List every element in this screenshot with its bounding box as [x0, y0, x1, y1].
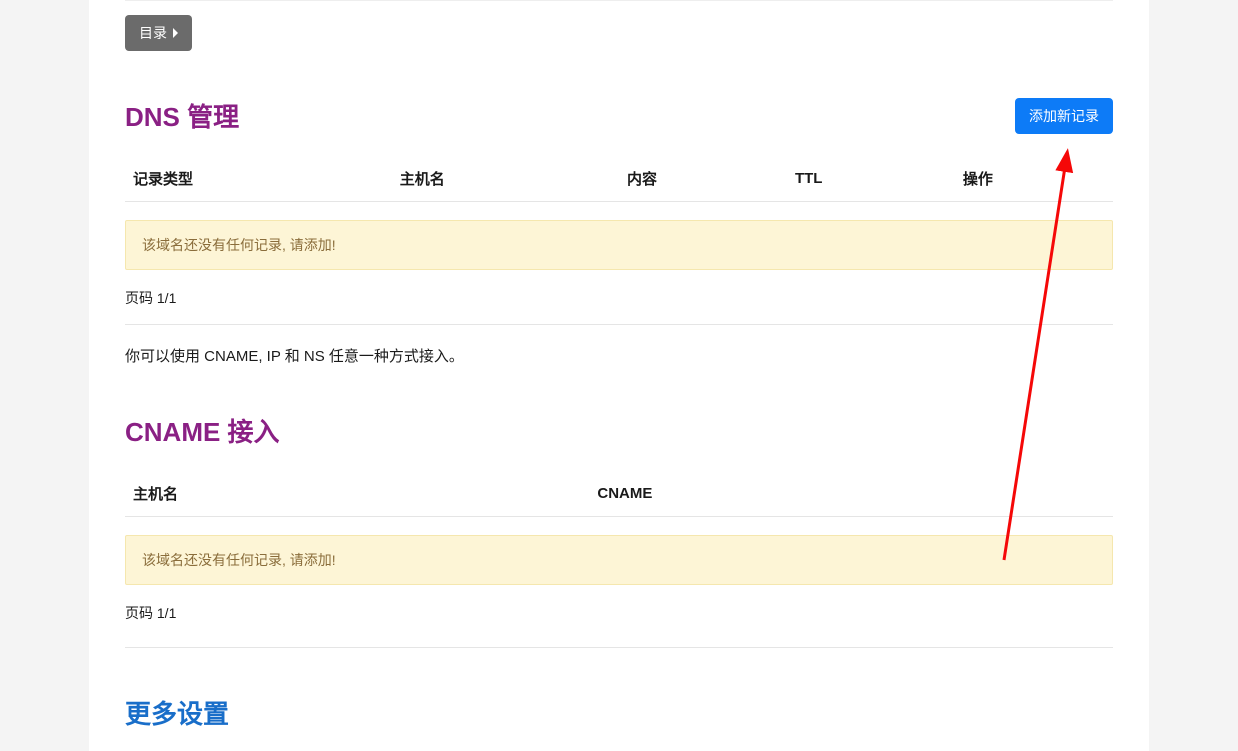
cname-pager: 页码 1/1: [125, 603, 1113, 623]
col-content: 内容: [619, 156, 787, 202]
col-record-type: 记录类型: [125, 156, 392, 202]
dns-table: 记录类型 主机名 内容 TTL 操作: [125, 156, 1113, 202]
col-cname-host: 主机名: [125, 471, 589, 517]
dns-note: 你可以使用 CNAME, IP 和 NS 任意一种方式接入。: [125, 345, 1113, 366]
dns-pager: 页码 1/1: [125, 288, 1113, 308]
dns-title: DNS 管理: [125, 97, 239, 134]
divider: [125, 0, 1113, 1]
caret-right-icon: [173, 28, 178, 38]
dns-empty-alert: 该域名还没有任何记录, 请添加!: [125, 220, 1113, 270]
toc-label: 目录: [139, 23, 167, 43]
toc-button[interactable]: 目录: [125, 15, 192, 51]
page: 目录 DNS 管理 添加新记录 记录类型 主机名 内容 TTL 操作 该域名还没…: [89, 0, 1149, 751]
col-host: 主机名: [392, 156, 619, 202]
cname-empty-alert: 该域名还没有任何记录, 请添加!: [125, 535, 1113, 585]
divider: [125, 324, 1113, 325]
col-cname-value: CNAME: [589, 471, 1113, 517]
col-ttl: TTL: [787, 156, 955, 202]
dns-section-header: DNS 管理 添加新记录: [125, 97, 1113, 134]
more-settings-title: 更多设置: [125, 694, 1113, 731]
cname-title: CNAME 接入: [125, 412, 1113, 449]
divider: [125, 647, 1113, 648]
cname-table: 主机名 CNAME: [125, 471, 1113, 517]
col-action: 操作: [955, 156, 1113, 202]
add-record-button[interactable]: 添加新记录: [1015, 98, 1113, 134]
